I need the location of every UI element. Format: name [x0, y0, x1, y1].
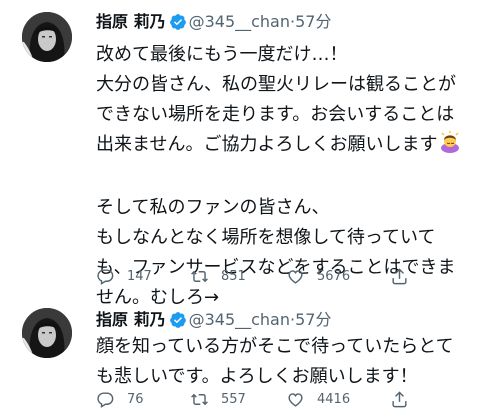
reply-icon — [97, 391, 114, 408]
avatar[interactable] — [22, 308, 72, 358]
tweet-line: そして私のファンの皆さん、 — [96, 197, 330, 218]
tweet-text: 顔を知っている方がそこで待っていたらとて も悲しいです。よろしくお願いします！ — [96, 332, 466, 392]
like-button[interactable]: 5676 — [286, 264, 350, 288]
tweet-line: 出来ません。ご協力よろしくお願いします — [96, 134, 438, 155]
reply-count: 147 — [127, 268, 152, 284]
tweet-header: 指原 莉乃 @345__chan·57分 — [96, 10, 331, 34]
tweet-line: 改めて最後にもう一度だけ…！ — [96, 44, 348, 65]
like-count: 4416 — [317, 391, 351, 407]
tweet-actions: 76 557 4416 — [96, 387, 466, 411]
like-count: 5676 — [317, 268, 351, 284]
retweet-button[interactable]: 851 — [190, 264, 246, 288]
like-icon — [288, 392, 303, 407]
retweet-count: 851 — [221, 268, 246, 284]
tweet[interactable]: 指原 莉乃 @345__chan·57分 顔を知っている方がそこで待っていたらとて… — [0, 296, 480, 419]
tweet[interactable]: 指原 莉乃 @345__chan·57分 改めて最後にもう一度だけ…！ 大分の皆さ… — [0, 0, 480, 308]
reply-icon — [97, 268, 114, 285]
tweet-line: 顔を知っている方がそこで待っていたらとて — [96, 336, 454, 357]
like-icon — [288, 269, 303, 284]
share-button[interactable] — [390, 264, 409, 288]
retweet-count: 557 — [221, 391, 246, 407]
reply-button[interactable]: 76 — [96, 387, 144, 411]
tweet-line: も悲しいです。よろしくお願いします！ — [96, 366, 418, 387]
tweet-line: もしなんとなく場所を想像して待っていて — [96, 227, 436, 248]
avatar[interactable] — [22, 12, 72, 62]
avatar-photo — [22, 308, 72, 358]
bowing-person-emoji — [439, 131, 461, 163]
retweet-button[interactable]: 557 — [190, 387, 246, 411]
retweet-icon — [191, 270, 208, 282]
retweet-icon — [191, 393, 208, 405]
share-icon — [392, 267, 407, 284]
like-button[interactable]: 4416 — [286, 387, 350, 411]
tweet-actions: 147 851 5676 — [96, 264, 466, 288]
display-name[interactable]: 指原 莉乃 — [96, 310, 166, 329]
handle-and-time[interactable]: @345__chan·57分 — [189, 12, 332, 31]
reply-count: 76 — [127, 391, 144, 407]
tweet-header: 指原 莉乃 @345__chan·57分 — [96, 308, 331, 332]
verified-badge-icon — [169, 13, 187, 38]
tweet-line: できない場所を走ります。お会いすることは — [96, 104, 455, 125]
share-icon — [392, 390, 407, 407]
handle-and-time[interactable]: @345__chan·57分 — [189, 310, 332, 329]
avatar-photo — [22, 12, 72, 62]
display-name[interactable]: 指原 莉乃 — [96, 12, 166, 31]
tweet-line: 大分の皆さん、私の聖火リレーは観ることが — [96, 74, 456, 95]
reply-button[interactable]: 147 — [96, 264, 152, 288]
share-button[interactable] — [390, 387, 409, 411]
